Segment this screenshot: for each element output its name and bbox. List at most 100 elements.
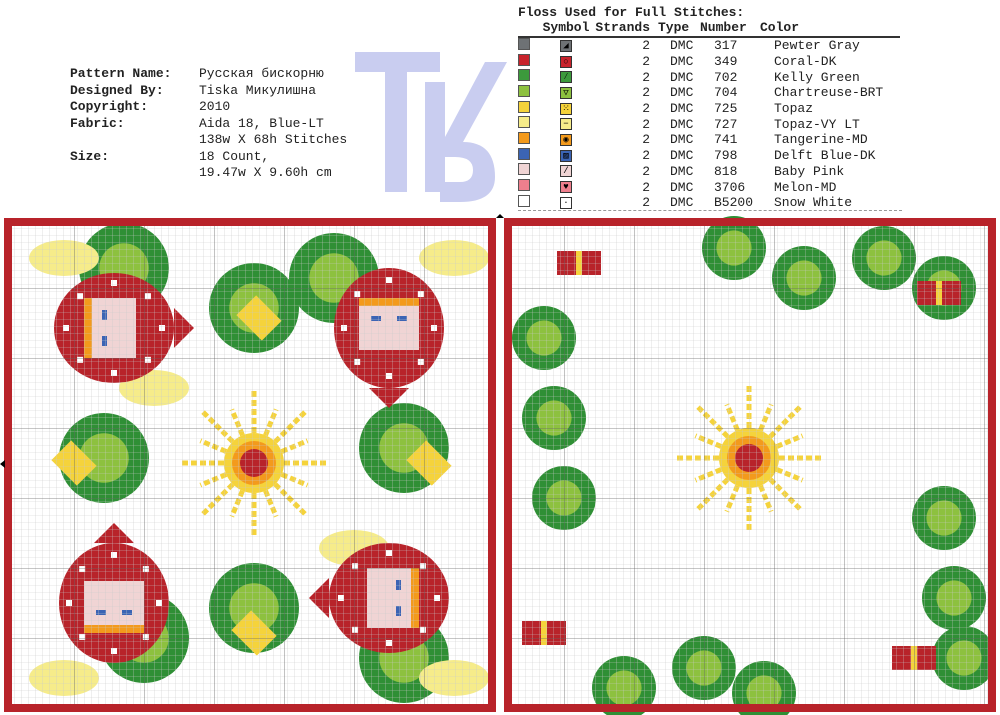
info-row: Fabric: Aida 18, Blue-LT bbox=[70, 116, 347, 133]
info-row: Copyright: 2010 bbox=[70, 99, 347, 116]
number: 727 bbox=[714, 116, 738, 132]
strands: 2 bbox=[642, 195, 650, 211]
header-type: Type bbox=[658, 20, 690, 35]
color-swatch bbox=[518, 84, 530, 97]
floss-row: / 2 DMC 818 Baby Pink bbox=[518, 163, 900, 180]
header-symbol: Symbol bbox=[542, 20, 590, 35]
floss-row: ◉ 2 DMC 741 Tangerine-MD bbox=[518, 131, 900, 148]
number: 798 bbox=[714, 148, 738, 164]
color-swatch bbox=[518, 163, 530, 176]
color-name: Tangerine-MD bbox=[774, 132, 868, 148]
type: DMC bbox=[670, 69, 694, 85]
number: 702 bbox=[714, 69, 738, 85]
type: DMC bbox=[670, 116, 694, 132]
symbol-icon: ♥ bbox=[560, 181, 572, 194]
symbol-icon: ▨ bbox=[560, 149, 572, 162]
type: DMC bbox=[670, 54, 694, 70]
info-row: Designed By: Tiska Микулишна bbox=[70, 83, 347, 100]
type: DMC bbox=[670, 195, 694, 211]
info-value: Tiska Микулишна bbox=[199, 82, 317, 98]
legend-divider bbox=[518, 210, 902, 211]
major-grid bbox=[504, 218, 996, 712]
strands: 2 bbox=[642, 101, 650, 117]
strands: 2 bbox=[642, 116, 650, 132]
color-swatch bbox=[518, 100, 530, 113]
number: 317 bbox=[714, 38, 738, 54]
center-marker-icon bbox=[0, 460, 5, 468]
floss-row: · 2 DMC B5200 Snow White bbox=[518, 194, 900, 211]
info-label bbox=[70, 132, 199, 149]
color-name: Melon-MD bbox=[774, 179, 837, 195]
floss-row: ⁄ 2 DMC 702 Kelly Green bbox=[518, 69, 900, 85]
stitch-chart bbox=[0, 214, 996, 715]
number: 704 bbox=[714, 85, 738, 101]
major-grid bbox=[4, 218, 496, 712]
symbol-icon: ▽ bbox=[560, 86, 572, 99]
color-name: Baby Pink bbox=[774, 163, 845, 179]
number: 818 bbox=[714, 163, 738, 179]
info-label: Pattern Name: bbox=[70, 66, 172, 81]
header-color: Color bbox=[760, 20, 800, 35]
color-swatch bbox=[518, 116, 530, 129]
strands: 2 bbox=[642, 85, 650, 101]
pattern-info: Pattern Name: Русская бискорню Designed By… bbox=[70, 66, 347, 182]
info-label: Designed By: bbox=[70, 82, 164, 98]
floss-row: ◢ 2 DMC 317 Pewter Gray bbox=[518, 37, 900, 54]
type: DMC bbox=[670, 101, 694, 117]
floss-row: − 2 DMC 727 Topaz-VY LT bbox=[518, 116, 900, 132]
color-swatch bbox=[518, 37, 530, 50]
header-number: Number bbox=[700, 20, 747, 35]
info-value: 18 Count, bbox=[199, 148, 270, 164]
number: 725 bbox=[714, 101, 738, 117]
number: 349 bbox=[714, 54, 738, 70]
number: 3706 bbox=[714, 179, 746, 195]
color-name: Coral-DK bbox=[774, 54, 837, 70]
symbol-icon: · bbox=[560, 196, 572, 209]
info-label: Copyright: bbox=[70, 99, 149, 114]
type: DMC bbox=[670, 163, 694, 179]
strands: 2 bbox=[642, 69, 650, 85]
symbol-icon: − bbox=[560, 118, 572, 131]
info-value: Русская бискорню bbox=[199, 66, 324, 81]
header-strands: Strands bbox=[595, 20, 650, 35]
info-row: 19.47w X 9.60h cm bbox=[70, 165, 347, 182]
info-row: Pattern Name: Русская бискорню bbox=[70, 66, 347, 83]
floss-row: ⁙ 2 DMC 725 Topaz bbox=[518, 100, 900, 117]
type: DMC bbox=[670, 132, 694, 148]
info-value: 2010 bbox=[199, 99, 231, 114]
floss-legend: Floss Used for Full Stitches: Symbol Str… bbox=[518, 5, 900, 211]
chart-panel-left bbox=[4, 218, 496, 712]
symbol-icon: ⁄ bbox=[560, 71, 572, 84]
color-swatch bbox=[518, 53, 530, 66]
strands: 2 bbox=[642, 163, 650, 179]
info-row: Size: 18 Count, bbox=[70, 149, 347, 166]
floss-row: ▽ 2 DMC 704 Chartreuse-BRT bbox=[518, 84, 900, 101]
floss-row: ○ 2 DMC 349 Coral-DK bbox=[518, 53, 900, 70]
floss-row: ♥ 2 DMC 3706 Melon-MD bbox=[518, 179, 900, 195]
info-label: Fabric: bbox=[70, 115, 125, 131]
info-value: 19.47w X 9.60h cm bbox=[199, 165, 332, 180]
color-swatch bbox=[518, 131, 530, 144]
color-swatch bbox=[518, 147, 530, 160]
color-name: Chartreuse-BRT bbox=[774, 85, 884, 101]
strands: 2 bbox=[642, 179, 650, 195]
strands: 2 bbox=[642, 132, 650, 148]
color-name: Kelly Green bbox=[774, 69, 860, 85]
color-name: Delft Blue-DK bbox=[774, 148, 876, 164]
floss-title: Floss Used for Full Stitches: bbox=[518, 5, 745, 20]
info-label: Size: bbox=[70, 148, 110, 164]
color-name: Topaz-VY LT bbox=[774, 116, 860, 132]
number: 741 bbox=[714, 132, 738, 148]
color-name: Pewter Gray bbox=[774, 38, 860, 54]
symbol-icon: ⁙ bbox=[560, 102, 572, 115]
symbol-icon: ◉ bbox=[560, 133, 572, 146]
info-value: Aida 18, Blue-LT bbox=[199, 115, 324, 131]
symbol-icon: ◢ bbox=[560, 39, 572, 52]
color-name: Snow White bbox=[774, 195, 853, 211]
color-name: Topaz bbox=[774, 101, 814, 117]
type: DMC bbox=[670, 38, 694, 54]
floss-row: ▨ 2 DMC 798 Delft Blue-DK bbox=[518, 147, 900, 164]
symbol-icon: ○ bbox=[560, 55, 572, 68]
floss-header: Symbol Strands Type Number Color bbox=[518, 20, 900, 38]
color-swatch bbox=[518, 194, 530, 207]
